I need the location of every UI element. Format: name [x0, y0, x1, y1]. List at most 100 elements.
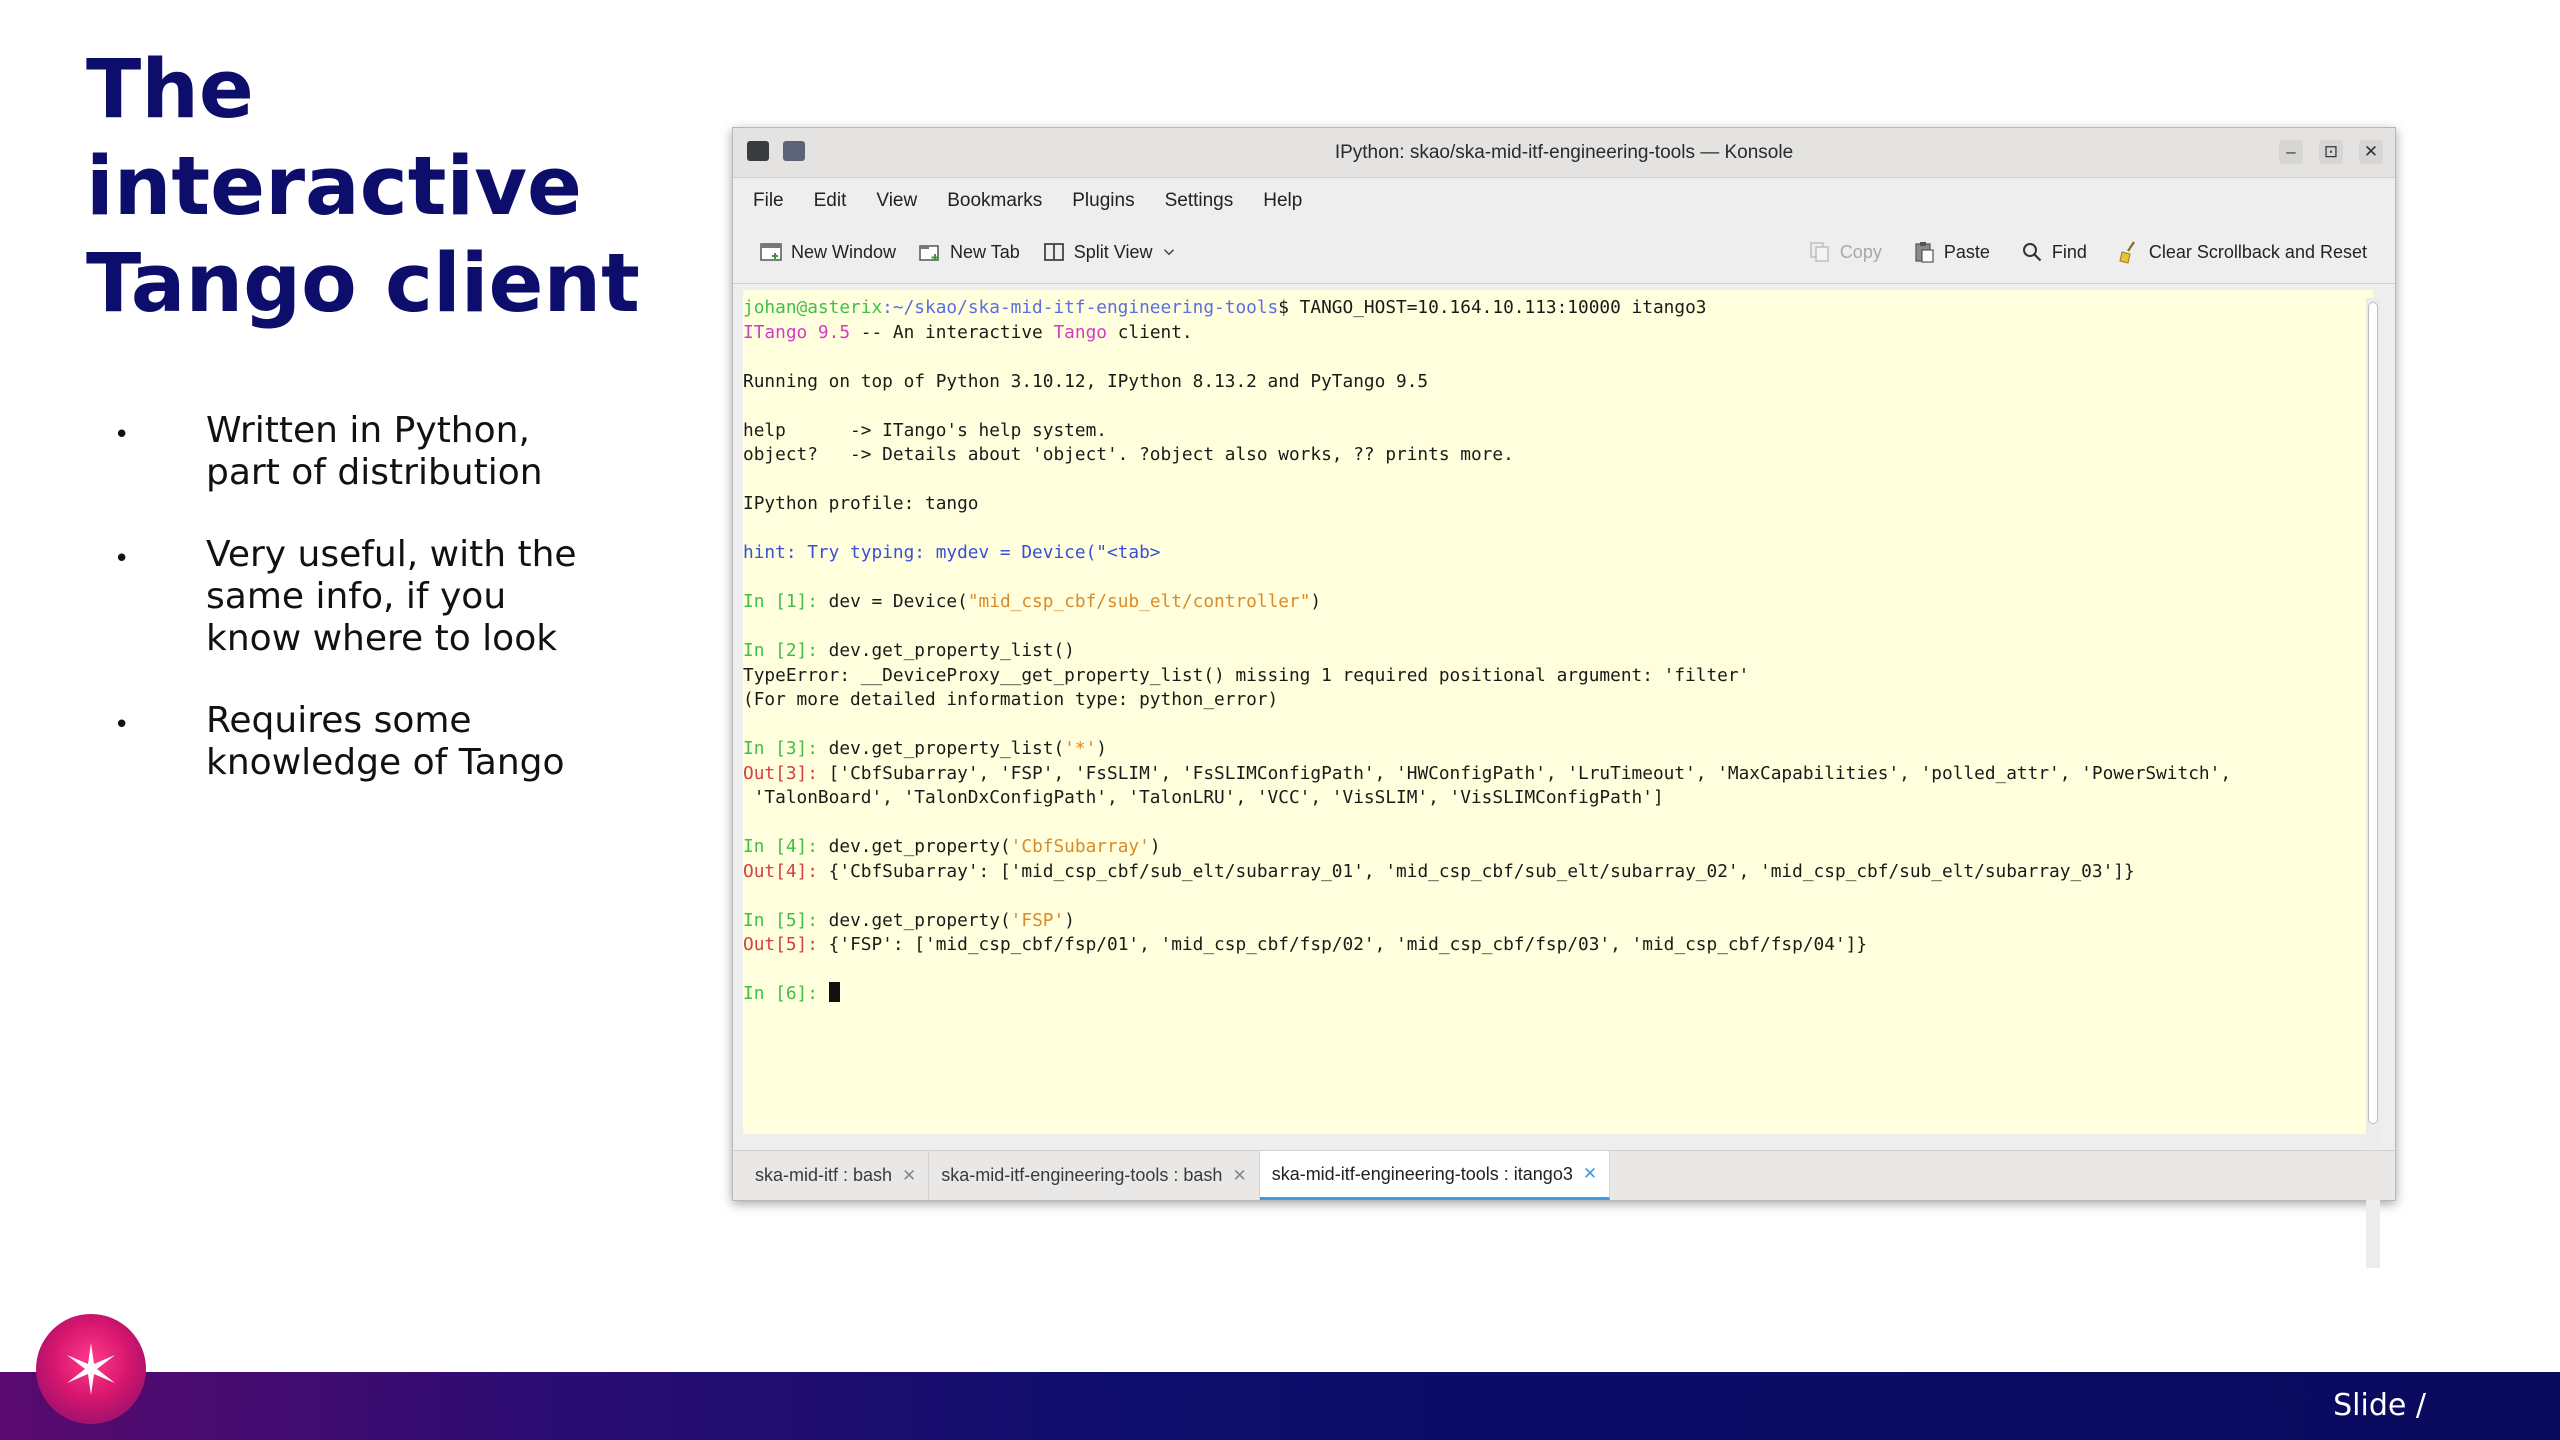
footer-band	[0, 1372, 2560, 1440]
menu-bookmarks[interactable]: Bookmarks	[947, 190, 1042, 212]
terminal-segment: client.	[1107, 321, 1193, 343]
split-view-label: Split View	[1073, 241, 1153, 262]
new-tab-label: New Tab	[950, 241, 1020, 262]
terminal-segment: IPython profile: tango	[743, 493, 979, 514]
tab-bar: ska-mid-itf : bash ✕ ska-mid-itf-enginee…	[733, 1150, 2395, 1200]
terminal-segment: Tango	[1053, 321, 1107, 343]
terminal-line: In [1]: dev = Device("mid_csp_cbf/sub_el…	[743, 590, 2373, 615]
terminal-line: In [5]: dev.get_property('FSP')	[743, 909, 2373, 934]
terminal-segment: In [5]:	[743, 909, 829, 931]
menu-view[interactable]: View	[876, 190, 917, 212]
bullet-item: • Written in Python, part of distributio…	[110, 410, 650, 494]
menu-settings[interactable]: Settings	[1165, 190, 1234, 212]
copy-button[interactable]: Copy	[1808, 240, 1882, 264]
toolbar: New Window New Tab Split View Copy Paste…	[733, 224, 2395, 284]
bullet-dot: •	[114, 420, 130, 450]
terminal-segment: 'TalonBoard', 'TalonDxConfigPath', 'Talo…	[743, 787, 1664, 808]
terminal-output[interactable]: johan@asterix:~/skao/ska-mid-itf-enginee…	[743, 290, 2373, 1134]
terminal-line: In [3]: dev.get_property_list('*')	[743, 737, 2373, 762]
terminal-line: IPython profile: tango	[743, 492, 2373, 517]
terminal-line: In [4]: dev.get_property('CbfSubarray')	[743, 835, 2373, 860]
close-icon[interactable]: ✕	[1232, 1166, 1246, 1186]
scrollbar-thumb[interactable]	[2368, 302, 2378, 1124]
tab-engineering-tools-itango3[interactable]: ska-mid-itf-engineering-tools : itango3 …	[1259, 1151, 1611, 1200]
bullet-dot: •	[114, 544, 130, 574]
logo	[36, 1314, 146, 1424]
terminal-line: Out[3]: ['CbfSubarray', 'FSP', 'FsSLIM',…	[743, 762, 2373, 787]
close-button[interactable]: ✕	[2359, 140, 2383, 164]
terminal-segment: In [6]:	[743, 983, 829, 1004]
terminal-segment: Out[4]:	[743, 860, 829, 882]
terminal-line: help -> ITango's help system.	[743, 419, 2373, 444]
terminal-segment: dev.get_property(	[828, 836, 1011, 857]
terminal-line: (For more detailed information type: pyt…	[743, 688, 2373, 713]
close-icon[interactable]: ✕	[902, 1166, 916, 1186]
terminal-segment: (For more detailed information type: pyt…	[743, 689, 1279, 710]
find-button[interactable]: Find	[2020, 240, 2087, 264]
terminal-segment: {'FSP': ['mid_csp_cbf/fsp/01', 'mid_csp_…	[828, 934, 1868, 955]
bullet-item: • Requires some knowledge of Tango	[110, 700, 650, 784]
broom-icon	[2119, 241, 2135, 264]
terminal-segment: help -> ITango's help system.	[743, 419, 1107, 441]
menu-bar: File Edit View Bookmarks Plugins Setting…	[733, 178, 2395, 224]
bullet-line: Very useful, with the	[206, 534, 577, 575]
terminal-segment: object? -> Details about 'object'. ?obje…	[743, 444, 1514, 465]
terminal-line: 'TalonBoard', 'TalonDxConfigPath', 'Talo…	[743, 786, 2373, 811]
maximize-button[interactable]: ⊡	[2319, 140, 2343, 164]
menu-edit[interactable]: Edit	[814, 190, 847, 212]
terminal-line: hint: Try typing: mydev = Device("<tab>	[743, 541, 2373, 566]
paste-button[interactable]: Paste	[1912, 240, 1990, 264]
terminal-segment: In [3]:	[743, 738, 829, 759]
close-icon[interactable]: ✕	[1583, 1164, 1597, 1184]
menu-plugins[interactable]: Plugins	[1072, 190, 1134, 212]
minimize-button[interactable]: –	[2279, 140, 2303, 164]
tab-engineering-tools-bash[interactable]: ska-mid-itf-engineering-tools : bash ✕	[929, 1151, 1260, 1200]
menu-help[interactable]: Help	[1263, 190, 1302, 212]
text-cursor	[828, 982, 840, 1002]
bullet-line: knowledge of Tango	[206, 742, 565, 783]
copy-icon	[1810, 242, 1829, 262]
menu-file[interactable]: File	[753, 190, 784, 212]
slide-title-line: interactive	[86, 140, 582, 234]
terminal-segment: {'CbfSubarray': ['mid_csp_cbf/sub_elt/su…	[828, 860, 2135, 882]
paste-label: Paste	[1943, 241, 1990, 262]
clear-scrollback-button[interactable]: Clear Scrollback and Reset	[2117, 240, 2367, 264]
terminal-line: ITango 9.5 -- An interactive Tango clien…	[743, 321, 2373, 346]
tab-ska-mid-itf-bash[interactable]: ska-mid-itf : bash ✕	[743, 1151, 930, 1200]
new-window-button[interactable]: New Window	[759, 240, 896, 264]
terminal-segment: 'FSP'	[1010, 909, 1065, 931]
terminal-segment: $ TANGO_HOST=10.164.10.113:10000 itango3	[1278, 297, 1707, 318]
terminal-segment: dev.get_property_list()	[828, 640, 1075, 661]
clear-scrollback-label: Clear Scrollback and Reset	[2148, 241, 2367, 262]
terminal-segment: )	[1096, 738, 1108, 759]
terminal-segment: Out[3]:	[743, 762, 829, 784]
slide-title-line: Tango client	[86, 237, 640, 331]
new-tab-icon	[919, 245, 939, 261]
paste-icon	[1915, 242, 1934, 263]
copy-label: Copy	[1839, 241, 1882, 262]
terminal-segment: In [4]:	[743, 836, 829, 857]
window-title: IPython: skao/ska-mid-itf-engineering-to…	[1334, 142, 1794, 163]
bullet-line: Written in Python,	[206, 410, 530, 451]
terminal-segment: dev = Device(	[828, 591, 968, 612]
terminal-segment: ITango 9.5	[743, 321, 851, 343]
terminal-segment: In [2]:	[743, 640, 829, 661]
terminal-line: Running on top of Python 3.10.12, IPytho…	[743, 370, 2373, 395]
terminal-segment: 'CbfSubarray'	[1010, 836, 1150, 857]
konsole-window: IPython: skao/ska-mid-itf-engineering-to…	[732, 127, 2396, 1268]
split-view-button[interactable]: Split View	[1042, 240, 1179, 264]
terminal-segment: )	[1064, 909, 1075, 931]
terminal-scrollbar[interactable]	[2366, 298, 2380, 1268]
title-bar[interactable]: IPython: skao/ska-mid-itf-engineering-to…	[733, 128, 2395, 178]
terminal-line: In [6]:	[743, 982, 2373, 1007]
new-tab-button[interactable]: New Tab	[918, 240, 1020, 264]
bullet-line: know where to look	[206, 618, 558, 659]
find-label: Find	[2051, 241, 2087, 262]
terminal-line: TypeError: __DeviceProxy__get_property_l…	[743, 664, 2373, 689]
chevron-down-icon[interactable]	[1160, 243, 1178, 261]
